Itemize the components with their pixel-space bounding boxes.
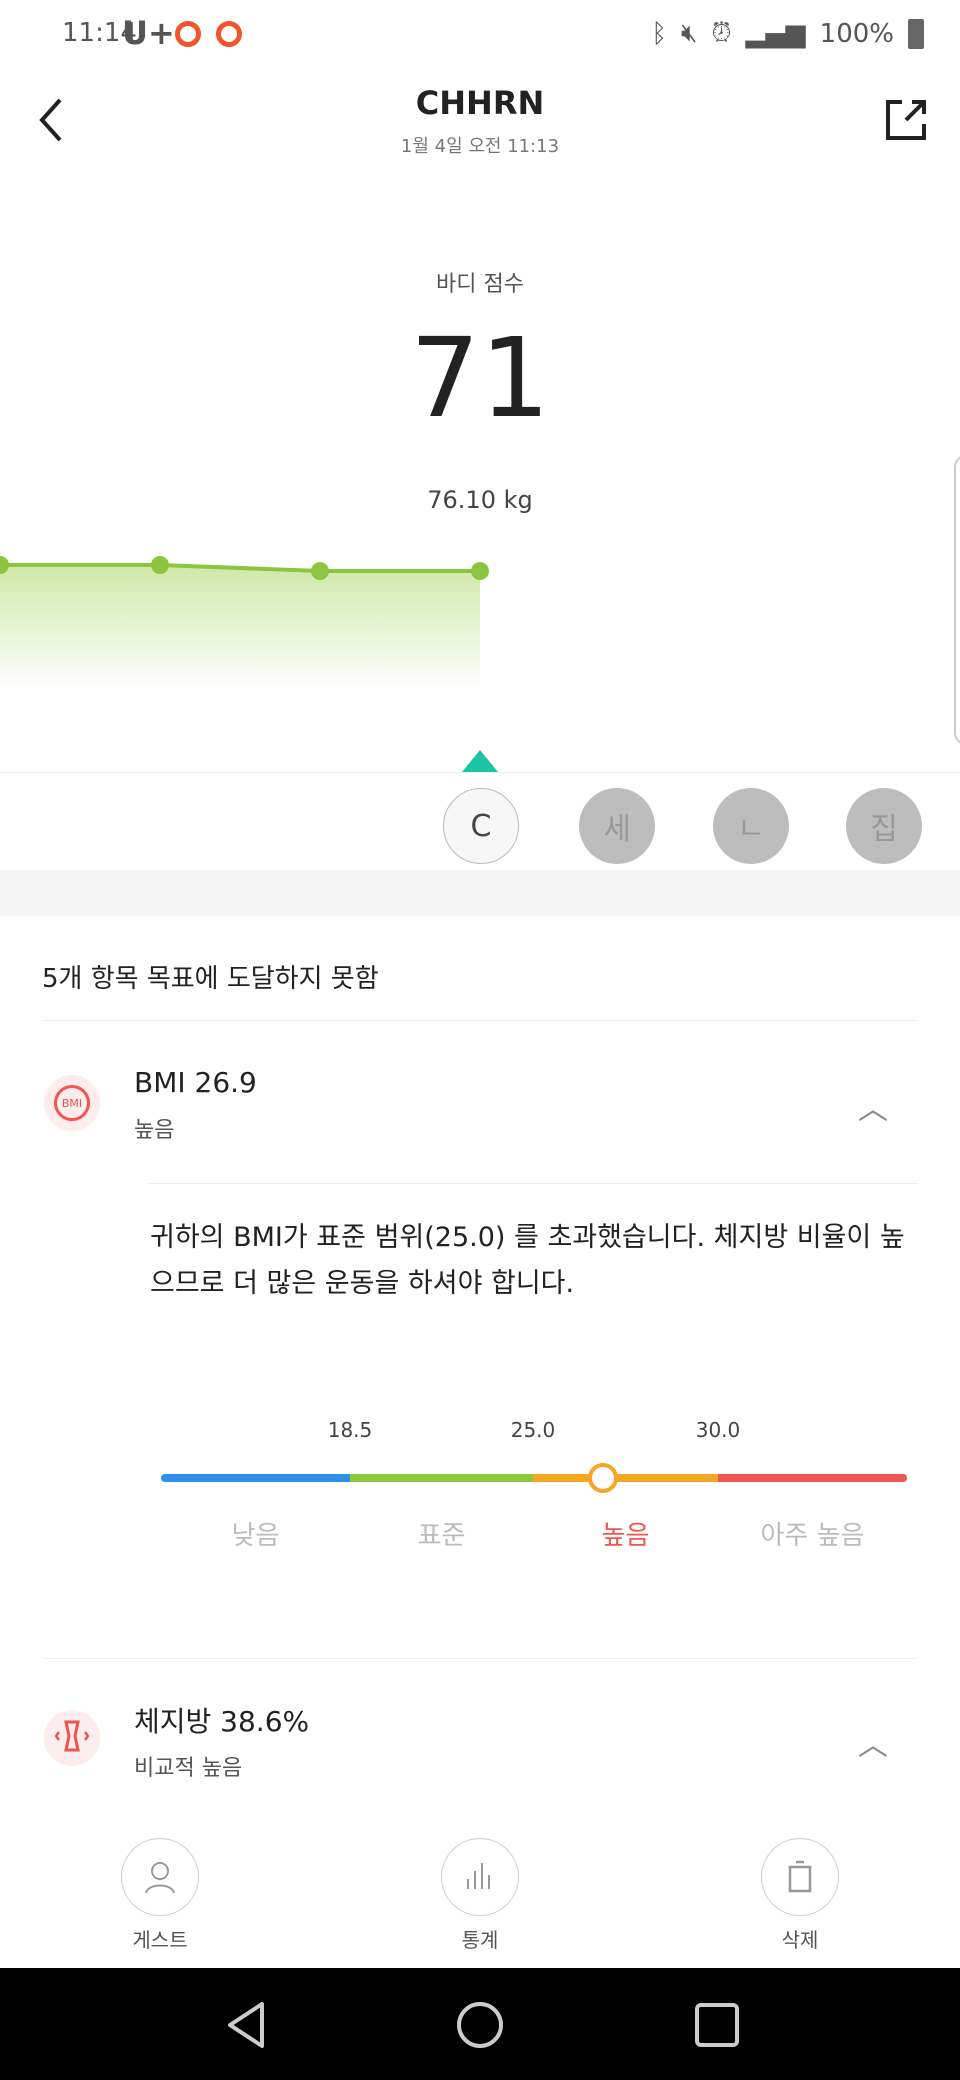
- bmi-range-segment: [161, 1474, 350, 1482]
- notification-icon: [216, 21, 242, 47]
- carrier-label: U+: [122, 14, 175, 52]
- mute-icon: 🔇︎: [680, 18, 698, 48]
- alarm-icon: ⏰︎: [711, 18, 732, 48]
- trend-area: [0, 565, 480, 690]
- bmi-title: BMI 26.9: [134, 1066, 257, 1099]
- page-title: CHHRN: [415, 84, 545, 122]
- delete-button[interactable]: [761, 1838, 839, 1916]
- nav-back-icon[interactable]: [222, 2000, 272, 2050]
- bmi-tick-label: 30.0: [695, 1418, 741, 1442]
- action-label: 게스트: [132, 1928, 188, 1952]
- battery-percent: 100%: [819, 18, 894, 49]
- status-icons: ᛒ 🔇︎ ⏰︎ ▂▄▆ 100%: [651, 18, 924, 49]
- bmi-range-segment: [533, 1474, 718, 1482]
- bmi-range-segment: [350, 1474, 533, 1482]
- trash-icon: [788, 1860, 812, 1893]
- trend-point: [151, 556, 169, 574]
- scroll-handle[interactable]: [954, 455, 960, 745]
- action-label: 통계: [461, 1928, 499, 1952]
- person-icon: [145, 1862, 175, 1894]
- bmi-tick-label: 25.0: [510, 1418, 556, 1442]
- chevron-up-icon[interactable]: ︿: [858, 1084, 888, 1128]
- share-button[interactable]: [884, 98, 928, 146]
- chevron-up-icon[interactable]: ︿: [858, 1720, 888, 1764]
- status-bar: 11:14 U+ ᛒ 🔇︎ ⏰︎ ▂▄▆ 100%: [0, 0, 960, 70]
- summary-text: 5개 항목 목표에 도달하지 못함: [42, 964, 379, 994]
- user-initial: ㄴ: [737, 812, 765, 847]
- user-avatar-button[interactable]: ㄴ: [713, 788, 789, 864]
- bmi-category-label: 아주 높음: [760, 1521, 865, 1551]
- user-initial: 집: [870, 812, 898, 847]
- user-avatar-button[interactable]: 세: [579, 788, 655, 864]
- guest-button[interactable]: [121, 1838, 199, 1916]
- body-fat-title: 체지방 38.6%: [134, 1705, 310, 1738]
- action-label: 삭제: [781, 1928, 819, 1952]
- section-gap: [0, 870, 960, 916]
- trend-chart: [0, 556, 489, 690]
- trend-point: [471, 562, 489, 580]
- body-fat-icon: [44, 1710, 100, 1766]
- trend-point: [311, 562, 329, 580]
- user-initial: 세: [603, 812, 631, 847]
- signal-icon: ▂▄▆: [745, 18, 806, 49]
- user-initial: C: [470, 808, 492, 844]
- weight-value: 76.10 kg: [427, 486, 533, 514]
- bmi-range-segment: [718, 1474, 907, 1482]
- bmi-category-label: 높음: [601, 1521, 650, 1551]
- bmi-status: 높음: [134, 1118, 175, 1143]
- notification-icon: [175, 21, 201, 47]
- navigation-bar: [0, 1968, 960, 2080]
- bmi-tick-label: 18.5: [327, 1418, 373, 1442]
- bmi-category-label: 표준: [417, 1521, 466, 1551]
- bluetooth-icon: ᛒ: [651, 18, 667, 49]
- score-label: 바디 점수: [436, 272, 524, 297]
- selected-indicator-icon: [462, 750, 498, 772]
- body-fat-status: 비교적 높음: [134, 1756, 243, 1781]
- body-fat-row[interactable]: 체지방 38.6% 비교적 높음 ︿: [0, 1680, 960, 1800]
- bmi-description: 귀하의 BMI가 표준 범위(25.0) 를 초과했습니다. 체지방 비율이 높…: [150, 1222, 905, 1299]
- bmi-category-label: 낮음: [231, 1521, 280, 1551]
- user-avatar-button[interactable]: C: [443, 788, 519, 864]
- user-avatar-button[interactable]: 집: [846, 788, 922, 864]
- bmi-icon: BMI: [44, 1075, 100, 1131]
- nav-home-icon[interactable]: [455, 2000, 505, 2050]
- page-subtitle: 1월 4일 오전 11:13: [400, 136, 560, 157]
- statistics-button[interactable]: [441, 1838, 519, 1916]
- battery-icon: [908, 18, 924, 49]
- bar-chart-icon: [467, 1863, 490, 1889]
- nav-recents-icon[interactable]: [692, 2000, 742, 2050]
- bmi-marker: [588, 1463, 619, 1493]
- bmi-row[interactable]: BMI BMI 26.9 높음 ︿: [0, 1040, 960, 1180]
- score-value: 71: [410, 314, 550, 442]
- share-icon: [886, 100, 926, 140]
